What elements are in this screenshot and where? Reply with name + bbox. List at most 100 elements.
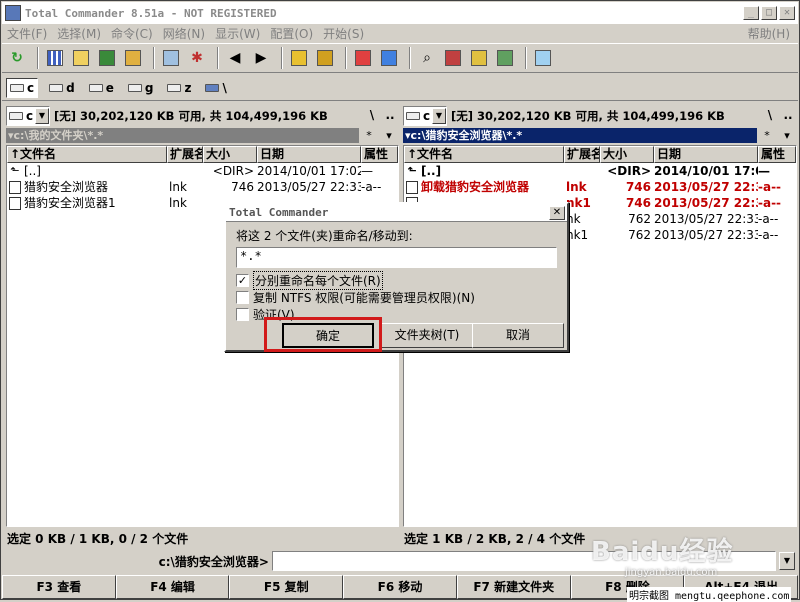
- close-button[interactable]: ✕: [779, 6, 795, 20]
- shortcut-file-icon: [9, 180, 21, 194]
- table-row[interactable]: 卸载猎豹安全浏览器 lnk 746 2013/05/27 22:33 -a--: [404, 179, 796, 195]
- ftp-icon[interactable]: [352, 47, 374, 69]
- header-attr[interactable]: 属性: [361, 146, 398, 163]
- folder-tree-button[interactable]: 文件夹树(T): [380, 323, 474, 348]
- left-history-button[interactable]: *: [359, 128, 379, 143]
- table-row[interactable]: 猎豹安全浏览器 lnk 746 2013/05/27 22:33 -a--: [7, 179, 398, 195]
- drive-c-button[interactable]: c: [6, 77, 39, 98]
- drive-g-button[interactable]: g: [125, 78, 157, 98]
- app-icon: [5, 5, 21, 21]
- back-icon[interactable]: ◀: [224, 47, 246, 69]
- toolbar: ↻ ✱ ◀ ▶ ⌕: [2, 43, 798, 73]
- search-icon[interactable]: ⌕: [416, 47, 438, 69]
- unpack-files-icon[interactable]: [314, 47, 336, 69]
- watermark-url: jingyan.baidu.com: [625, 567, 718, 578]
- checkbox-unchecked-icon: [236, 308, 249, 321]
- select-all-icon[interactable]: ✱: [186, 47, 208, 69]
- chevron-down-icon: ▼: [35, 108, 49, 124]
- menu-bar: 文件(F) 选择(M) 命令(C) 网络(N) 显示(W) 配置(O) 开始(S…: [2, 24, 798, 42]
- highlight-annotation: [264, 317, 382, 352]
- right-free-space: [无] 30,202,120 KB 可用, 共 104,499,196 KB: [451, 109, 725, 123]
- window-title: Total Commander 8.51a - NOT REGISTERED: [25, 6, 277, 20]
- right-drive-select[interactable]: c ▼: [403, 106, 447, 126]
- url-icon[interactable]: [378, 47, 400, 69]
- drive-d-button[interactable]: d: [46, 78, 78, 98]
- menu-show[interactable]: 显示(W): [210, 25, 265, 42]
- header-name[interactable]: ↑文件名: [7, 146, 167, 163]
- brief-view-icon[interactable]: [44, 47, 66, 69]
- up-dir-icon: ⬑: [10, 164, 20, 177]
- checkbox-checked-icon: ✓: [236, 274, 249, 287]
- minimize-button[interactable]: _: [743, 6, 759, 20]
- dialog-close-icon[interactable]: ✕: [549, 205, 565, 220]
- f5-copy-button[interactable]: F5 复制: [229, 575, 344, 599]
- target-path-input[interactable]: *.*: [236, 247, 557, 268]
- left-free-space: [无] 30,202,120 KB 可用, 共 104,499,196 KB: [54, 109, 328, 123]
- dialog-title: Total Commander: [229, 206, 329, 219]
- f6-move-button[interactable]: F6 移动: [343, 575, 457, 599]
- full-view-icon[interactable]: [70, 47, 92, 69]
- header-name[interactable]: ↑文件名: [404, 146, 564, 163]
- menu-start[interactable]: 开始(S): [318, 25, 369, 42]
- forward-icon[interactable]: ▶: [250, 47, 272, 69]
- f4-edit-button[interactable]: F4 编辑: [115, 575, 230, 599]
- header-ext[interactable]: 扩展名: [167, 146, 203, 163]
- menu-help[interactable]: 帮助(H): [743, 25, 798, 42]
- menu-file[interactable]: 文件(F): [2, 25, 52, 42]
- menu-net[interactable]: 网络(N): [158, 25, 210, 42]
- table-row[interactable]: ⬑[..] <DIR> 2014/10/01 17:02 —: [7, 163, 398, 179]
- command-path: c:\猎豹安全浏览器>: [158, 554, 269, 569]
- header-size[interactable]: 大小: [600, 146, 654, 163]
- chevron-down-icon[interactable]: ▼: [779, 552, 795, 570]
- left-path[interactable]: ▾c:\我的文件夹\*.*: [6, 128, 359, 143]
- network-drive-button[interactable]: \: [202, 78, 229, 98]
- right-history-button[interactable]: *: [757, 128, 777, 143]
- header-ext[interactable]: 扩展名: [564, 146, 600, 163]
- left-up-button[interactable]: ..: [381, 106, 399, 126]
- notepad-icon[interactable]: [532, 47, 554, 69]
- menu-select[interactable]: 选择(M): [52, 25, 106, 42]
- left-root-button[interactable]: \: [363, 106, 381, 126]
- tree-view-icon[interactable]: [122, 47, 144, 69]
- left-drive-select[interactable]: c ▼: [6, 106, 50, 126]
- rename-each-checkbox[interactable]: ✓ 分别重命名每个文件(R): [236, 271, 383, 290]
- menu-configuration[interactable]: 配置(O): [265, 25, 318, 42]
- shortcut-file-icon: [406, 180, 418, 194]
- f3-view-button[interactable]: F3 查看: [2, 575, 116, 599]
- right-column-headers: ↑文件名 扩展名 大小 日期 属性: [404, 146, 796, 163]
- multi-rename-icon[interactable]: [442, 47, 464, 69]
- f7-new-folder-button[interactable]: F7 新建文件夹: [456, 575, 571, 599]
- refresh-icon[interactable]: ↻: [6, 47, 28, 69]
- thumbnail-view-icon[interactable]: [96, 47, 118, 69]
- right-root-button[interactable]: \: [761, 106, 779, 126]
- left-status: 选定 0 KB / 1 KB, 0 / 2 个文件: [7, 532, 189, 546]
- drive-bar: c d e g z \: [2, 75, 798, 101]
- copy-ntfs-checkbox[interactable]: 复制 NTFS 权限(可能需要管理员权限)(N): [236, 289, 475, 306]
- compare-icon[interactable]: [494, 47, 516, 69]
- drive-z-button[interactable]: z: [164, 78, 194, 98]
- right-path[interactable]: ▾c:\猎豹安全浏览器\*.*: [403, 128, 757, 143]
- header-date[interactable]: 日期: [257, 146, 361, 163]
- maximize-button[interactable]: □: [761, 6, 777, 20]
- left-column-headers: ↑文件名 扩展名 大小 日期 属性: [7, 146, 398, 163]
- right-up-button[interactable]: ..: [779, 106, 797, 126]
- shortcut-file-icon: [9, 196, 21, 210]
- dialog-prompt: 将这 2 个文件(夹)重命名/移动到:: [236, 229, 413, 243]
- pack-files-icon[interactable]: [288, 47, 310, 69]
- dialog-title-bar: Total Commander ✕: [226, 204, 567, 222]
- checkbox-unchecked-icon: [236, 291, 249, 304]
- header-size[interactable]: 大小: [203, 146, 257, 163]
- cancel-button[interactable]: 取消: [472, 323, 564, 348]
- left-hotlist-button[interactable]: ▾: [379, 128, 399, 143]
- invert-selection-icon[interactable]: [160, 47, 182, 69]
- drive-e-button[interactable]: e: [86, 78, 117, 98]
- title-bar: Total Commander 8.51a - NOT REGISTERED _…: [2, 2, 798, 24]
- sync-dirs-icon[interactable]: [468, 47, 490, 69]
- up-dir-icon: ⬑: [407, 164, 417, 177]
- table-row[interactable]: ⬑[..] <DIR> 2014/10/01 17:02 —: [404, 163, 796, 179]
- menu-commands[interactable]: 命令(C): [106, 25, 158, 42]
- header-date[interactable]: 日期: [654, 146, 758, 163]
- header-attr[interactable]: 属性: [758, 146, 796, 163]
- main-window: Total Commander 8.51a - NOT REGISTERED _…: [0, 0, 800, 602]
- right-hotlist-button[interactable]: ▾: [777, 128, 797, 143]
